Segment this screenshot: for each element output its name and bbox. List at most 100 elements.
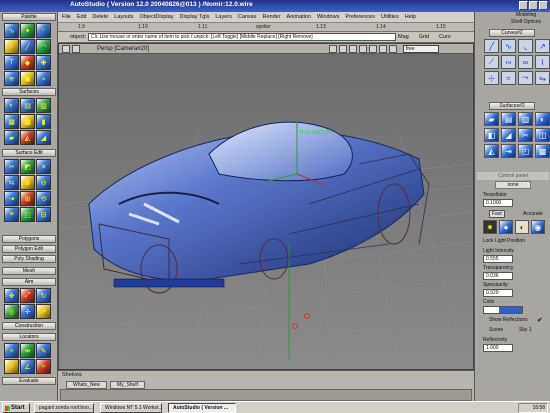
viewport-zoom-icon[interactable] [379,45,387,53]
section-locators[interactable]: Locators [2,333,56,341]
boundary-icon[interactable]: ▦ [4,114,19,129]
close-button[interactable] [539,1,548,10]
intersect-icon[interactable]: ✕ [36,159,51,174]
surf-revolve-icon[interactable]: ◐ [535,112,550,126]
show-reflections-label[interactable]: Show Reflections [489,317,528,323]
project-curve-icon[interactable]: ↗ [535,39,550,53]
transparency-field[interactable]: 0.036 [483,272,513,280]
extend-icon[interactable]: ⇥ [4,191,19,206]
skin-icon[interactable]: ▤ [20,98,35,113]
surf-draft-icon[interactable]: ◭ [484,144,499,158]
specularity-field[interactable]: 0.929 [483,289,513,297]
offset-icon[interactable]: ≋ [4,71,19,86]
menu-animation[interactable]: Animation [287,14,311,20]
insert-icon[interactable]: ⊞ [20,191,35,206]
project-icon[interactable]: ▣ [20,71,35,86]
section-mesh[interactable]: Mesh [2,267,56,275]
attach-icon[interactable]: ⊕ [20,175,35,190]
viewport-home-icon[interactable] [369,45,377,53]
loop-icon[interactable]: ∞ [518,55,533,69]
menu-utilities[interactable]: Utilities [381,14,399,20]
menu-render[interactable]: Render [263,14,281,20]
curve-edit-icon[interactable]: ⌁ [36,71,51,86]
split-icon[interactable]: ⊟ [36,207,51,222]
section-evaluate[interactable]: Evaluate [2,377,56,385]
edit-point-icon[interactable]: ✦ [20,23,35,38]
locator-icon[interactable]: ✧ [4,343,19,358]
section-surface-edit[interactable]: Surface Edit [2,149,56,157]
angle-icon[interactable]: ∠ [20,359,35,374]
reflectivity-field[interactable]: 1.000 [483,344,513,352]
scene-value[interactable]: Sky 1 [519,327,532,333]
distance-icon[interactable]: ↔ [4,359,19,374]
surf-offset-icon[interactable]: ◫ [535,128,550,142]
surface-fillet-icon[interactable]: ◢ [36,130,51,145]
shade-icon[interactable]: ● [499,220,513,234]
planar-icon[interactable]: ▰ [4,130,19,145]
time-ruler[interactable]: 1.9 1.10 1.11 spoiler 1.13 1.14 1.15 [58,23,474,32]
fillet-icon[interactable]: ◠ [36,39,51,54]
surf-rail-icon[interactable]: ▥ [518,112,533,126]
viewport-grid-icon[interactable] [339,45,347,53]
section-polygons[interactable]: Polygons [2,235,56,243]
rail-icon[interactable]: ▥ [36,98,51,113]
menu-windows[interactable]: Windows [317,14,339,20]
nudge-icon[interactable]: ➚ [36,304,51,319]
shelf-options-link[interactable]: Shelf Options [503,19,549,27]
palette-header[interactable]: Palette [2,13,56,21]
task-button[interactable]: Windows NT 5.1 Workst... [100,403,162,413]
rebuild-icon[interactable]: ⟲ [36,191,51,206]
section-construction[interactable]: Construction [2,322,56,330]
section-polygon-edit[interactable]: Polygon Edit [2,245,56,253]
rotate-icon[interactable]: ↻ [36,288,51,303]
deviation-icon[interactable]: ≈ [36,359,51,374]
snap-icon[interactable]: ⊹ [484,71,499,85]
curv-toggle[interactable]: Curv [439,34,451,40]
viewport-close-icon[interactable] [72,45,80,53]
revolve-icon[interactable]: ◐ [4,98,19,113]
viewport-cam-icon[interactable] [329,45,337,53]
menu-delete[interactable]: Delete [92,14,108,20]
detach-icon[interactable]: ⊖ [36,175,51,190]
viewport-shade-icon[interactable] [349,45,357,53]
flip-icon[interactable]: ⇋ [535,71,550,85]
line-icon[interactable]: ╱ [20,39,35,54]
grid-toggle[interactable]: Grid [419,34,429,40]
shelf-strip[interactable] [60,389,472,401]
maximize-button[interactable] [529,1,538,10]
scale-icon[interactable]: ⤢ [20,288,35,303]
reflect-icon[interactable]: ◉ [531,220,545,234]
task-button-active[interactable]: AutoStudio ( Version ... [168,403,236,413]
fast-toggle[interactable]: Fast [489,210,505,218]
trim-icon[interactable]: ✂ [4,159,19,174]
sketch-icon[interactable]: ⟋ [484,55,499,69]
curve-fillet-icon[interactable]: ∾ [501,55,516,69]
blend-icon[interactable]: ◆ [20,55,35,70]
square-icon[interactable]: ▩ [20,114,35,129]
perspective-viewport[interactable]: Persp [Camera#20] free TFOI FACTOR [58,43,474,370]
viewport-mode-select[interactable]: free [403,45,439,53]
extrude-icon[interactable]: ▮ [36,114,51,129]
menu-display-tgls[interactable]: Display Tgls [179,14,209,20]
viewport-light-icon[interactable] [359,45,367,53]
section-aim[interactable]: Aim [2,278,56,286]
section-surfaces[interactable]: Surfaces [2,88,56,96]
show-reflections-check-icon[interactable]: ✔ [537,316,543,324]
control-panel-none[interactable]: none [495,181,531,189]
menu-edit[interactable]: Edit [77,14,86,20]
surf-skin-icon[interactable]: ▤ [501,112,516,126]
light-icon[interactable]: ✷ [483,220,497,234]
minimize-button[interactable] [519,1,528,10]
accurate-label[interactable]: Accurate [523,211,543,217]
surf-extend-icon[interactable]: ⇥ [501,144,516,158]
menu-preferences[interactable]: Preferences [345,14,375,20]
section-poly-shading[interactable]: Poly Shading [2,255,56,263]
scene-canvas[interactable]: TFOI FACTOR [59,54,473,369]
mag-toggle[interactable]: Mag [398,34,409,40]
align-icon[interactable]: ⇆ [4,175,19,190]
text-icon[interactable]: T [4,55,19,70]
bend-icon[interactable]: ⤳ [518,71,533,85]
menu-objectdisplay[interactable]: ObjectDisplay [140,14,174,20]
surf-blend-icon[interactable]: ◧ [484,128,499,142]
menu-layers[interactable]: Layers [215,14,232,20]
